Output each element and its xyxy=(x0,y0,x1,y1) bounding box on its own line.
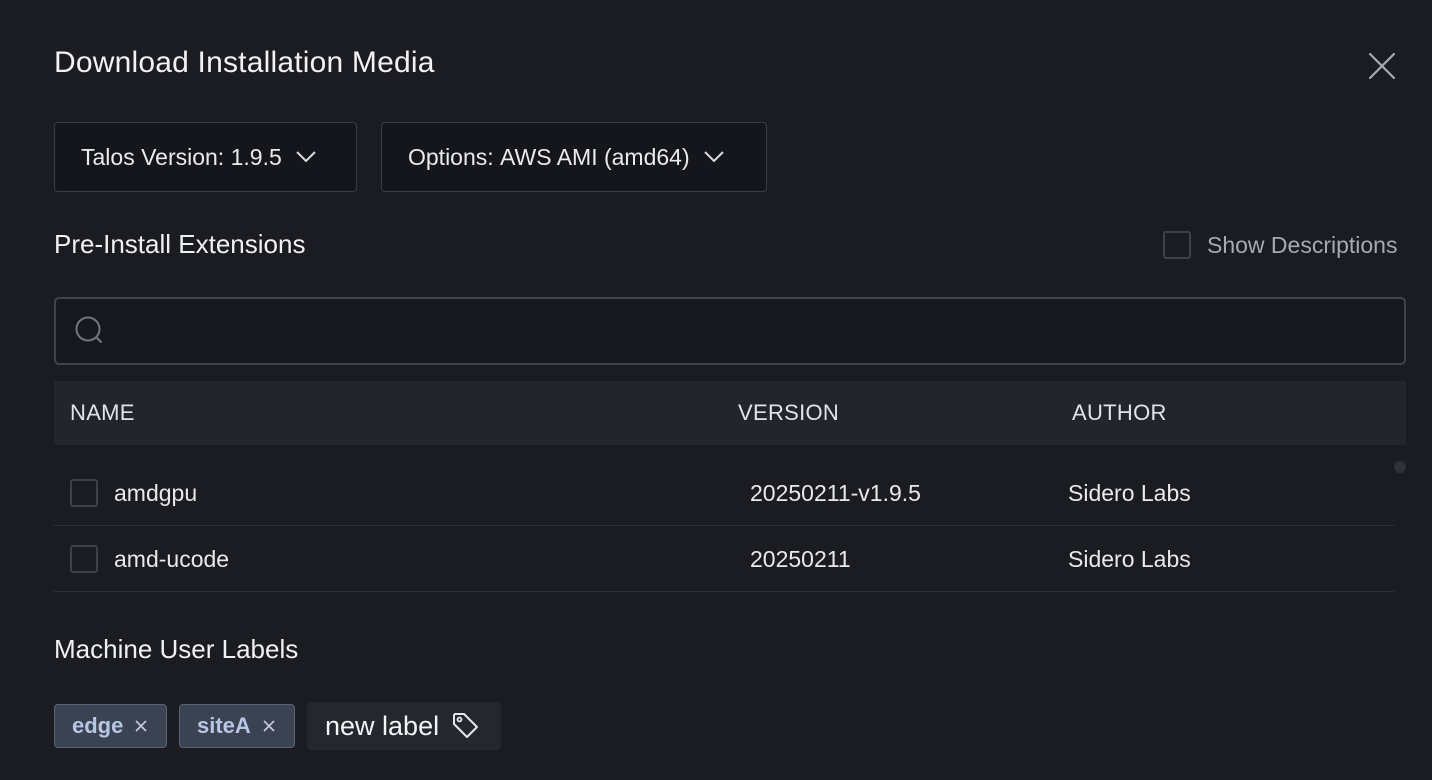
extension-name: amdgpu xyxy=(114,480,198,506)
label-tag: siteA xyxy=(179,704,295,748)
close-icon[interactable] xyxy=(135,720,147,732)
talos-version-dropdown[interactable]: Talos Version: 1.9.5 xyxy=(54,122,357,192)
extension-search-box[interactable] xyxy=(54,297,1406,365)
pre-install-extensions-heading: Pre-Install Extensions xyxy=(54,229,306,259)
table-header: NAME VERSION AUTHOR xyxy=(54,381,1406,445)
close-icon[interactable] xyxy=(263,720,275,732)
tag-icon xyxy=(451,711,481,741)
extension-author: Sidero Labs xyxy=(1068,546,1191,572)
search-input[interactable] xyxy=(116,299,1404,363)
new-label-input[interactable]: new label xyxy=(307,702,501,750)
options-value: AWS AMI (amd64) xyxy=(500,143,690,170)
chevron-down-icon xyxy=(703,151,724,163)
label-tag-text: siteA xyxy=(197,713,251,738)
extension-version: 20250211 xyxy=(750,546,851,572)
show-descriptions-label: Show Descriptions xyxy=(1207,231,1398,258)
extension-author: Sidero Labs xyxy=(1068,480,1191,506)
label-tag: edge xyxy=(54,704,167,748)
chevron-down-icon xyxy=(296,151,316,163)
column-header-author[interactable]: AUTHOR xyxy=(1072,381,1167,445)
show-descriptions-toggle[interactable]: Show Descriptions xyxy=(1163,231,1397,259)
machine-user-labels-heading: Machine User Labels xyxy=(54,634,299,664)
talos-version-value: 1.9.5 xyxy=(230,143,282,170)
column-header-name[interactable]: NAME xyxy=(70,381,135,445)
extension-name: amd-ucode xyxy=(114,546,230,572)
table-row[interactable]: amdgpu 20250211-v1.9.5 Sidero Labs xyxy=(54,460,1394,526)
row-checkbox[interactable] xyxy=(70,479,98,507)
dialog-title: Download Installation Media xyxy=(54,46,435,79)
label-tag-text: edge xyxy=(72,713,124,738)
row-checkbox[interactable] xyxy=(70,545,98,573)
close-icon xyxy=(1368,52,1396,80)
search-icon xyxy=(75,316,102,343)
scrollbar-thumb[interactable] xyxy=(1394,461,1406,473)
new-label-text: new label xyxy=(325,710,440,741)
talos-version-label: Talos Version: xyxy=(81,143,225,170)
options-dropdown[interactable]: Options: AWS AMI (amd64) xyxy=(381,122,767,192)
extension-version: 20250211-v1.9.5 xyxy=(750,480,921,506)
options-label: Options: xyxy=(408,143,494,170)
table-row[interactable]: amd-ucode 20250211 Sidero Labs xyxy=(54,526,1394,592)
show-descriptions-checkbox[interactable] xyxy=(1163,231,1191,259)
download-installation-media-dialog: Download Installation Media Talos Versio… xyxy=(0,0,1432,780)
column-header-version[interactable]: VERSION xyxy=(738,381,839,445)
close-button[interactable] xyxy=(1362,46,1402,86)
